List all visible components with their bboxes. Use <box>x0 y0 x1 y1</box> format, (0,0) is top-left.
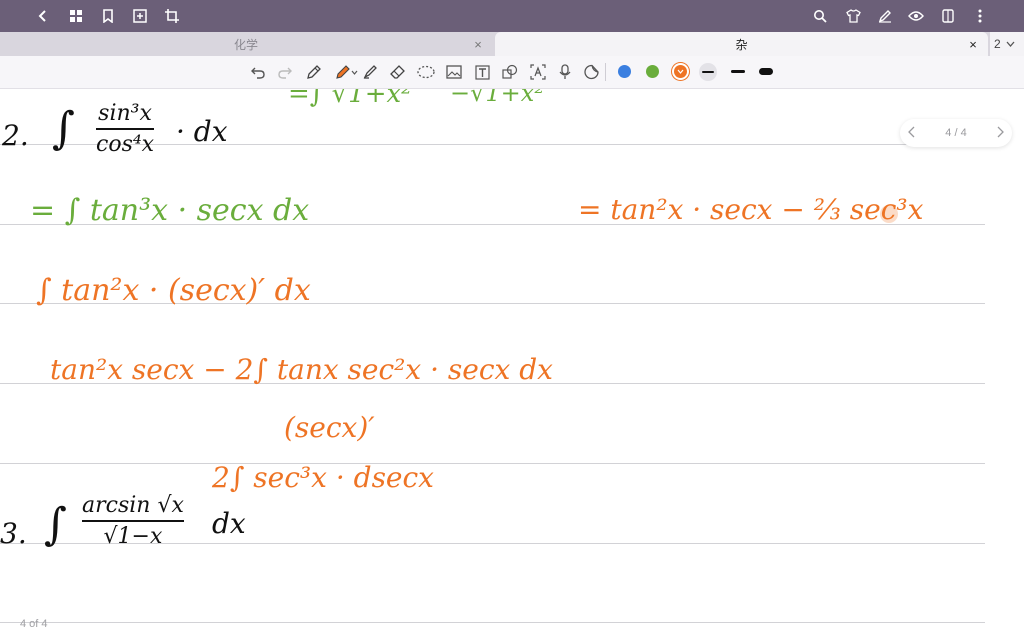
add-page-icon[interactable] <box>130 6 150 26</box>
undo-icon[interactable] <box>248 62 268 82</box>
note-page[interactable]: =∫ √1+x² −√1+x² 2. ∫ sin³x cos⁴x · dx = … <box>0 89 1024 640</box>
fraction: arcsin √x √1−x <box>82 493 184 549</box>
dx-term: dx <box>212 507 246 540</box>
integral-sign: ∫ <box>44 499 67 550</box>
page-footer: 4 of 4 <box>20 618 48 630</box>
prev-page-icon[interactable] <box>908 126 916 141</box>
color-swatch-blue[interactable] <box>618 65 631 78</box>
toolbar-divider <box>605 63 606 81</box>
handwriting-green-line: = ∫ tan³x · secx dx <box>30 193 310 228</box>
shape-icon[interactable] <box>500 62 520 82</box>
ruled-line <box>0 622 985 623</box>
grid-icon[interactable] <box>66 6 86 26</box>
handwriting-green-partial: −√1+x² <box>450 89 544 107</box>
search-icon[interactable] <box>810 6 830 26</box>
eye-icon[interactable] <box>906 6 926 26</box>
handwriting-green-partial: =∫ √1+x² <box>288 89 412 109</box>
tab-misc[interactable]: 杂 × <box>495 32 988 56</box>
crop-icon[interactable] <box>162 6 182 26</box>
handwriting-orange-line: (secx)′ <box>284 411 375 444</box>
system-bar <box>0 0 1024 32</box>
tab-label: 化学 <box>233 37 258 52</box>
color-swatch-orange-selected[interactable] <box>674 65 687 78</box>
ocr-icon[interactable] <box>528 62 548 82</box>
bookmark-icon[interactable] <box>98 6 118 26</box>
drawing-toolbar <box>0 56 1024 89</box>
tab-chemistry[interactable]: 化学 × <box>0 32 492 56</box>
tab-count-button[interactable]: 2 <box>990 32 1024 56</box>
stroke-medium[interactable] <box>731 70 745 73</box>
fraction-bar <box>82 520 184 522</box>
tab-count: 2 <box>994 37 1001 51</box>
shirt-icon[interactable] <box>843 6 863 26</box>
handwriting-orange-line: 2∫ sec³x · dsecx <box>212 461 434 494</box>
highlighter-icon[interactable] <box>334 62 360 82</box>
problem-number: 2. <box>2 119 29 152</box>
integral-sign: ∫ <box>52 103 75 154</box>
mic-icon[interactable] <box>555 62 575 82</box>
chevron-down-icon <box>1006 41 1015 47</box>
cursor-indicator <box>880 205 898 223</box>
pen-icon[interactable] <box>304 62 324 82</box>
tab-label: 杂 <box>735 37 748 52</box>
stroke-thin-selected[interactable] <box>699 63 717 81</box>
lasso-icon[interactable] <box>416 62 436 82</box>
tablet-icon[interactable] <box>938 6 958 26</box>
sticker-icon[interactable] <box>582 62 602 82</box>
denominator: cos⁴x <box>96 132 155 157</box>
handwriting-orange-line: tan²x secx − 2∫ tanx sec²x · secx dx <box>50 353 553 386</box>
next-page-icon[interactable] <box>996 126 1004 141</box>
close-icon[interactable]: × <box>965 36 981 52</box>
handwriting-orange-line: ∫ tan²x · (secx)′ dx <box>36 273 311 308</box>
stroke-thick[interactable] <box>759 68 773 75</box>
handwriting-orange-result: = tan²x · secx − ⅔ sec³x <box>578 193 924 226</box>
text-icon[interactable] <box>472 62 492 82</box>
color-swatch-green[interactable] <box>646 65 659 78</box>
tab-bar: 化学 × 杂 × 2 <box>0 32 1024 56</box>
eraser-icon[interactable] <box>388 62 408 82</box>
page-navigator: 4 / 4 <box>900 119 1012 147</box>
brush-icon[interactable] <box>360 62 380 82</box>
fraction: sin³x cos⁴x <box>96 101 155 157</box>
back-icon[interactable] <box>33 6 53 26</box>
numerator: sin³x <box>98 101 152 126</box>
redo-icon[interactable] <box>274 62 294 82</box>
pen-settings-icon[interactable] <box>875 6 895 26</box>
numerator: arcsin √x <box>82 493 184 518</box>
ruled-line <box>0 463 985 464</box>
image-icon[interactable] <box>444 62 464 82</box>
denominator: √1−x <box>103 524 163 549</box>
fraction-bar <box>96 128 155 130</box>
page-indicator: 4 / 4 <box>945 127 967 139</box>
problem-number: 3. <box>0 517 27 550</box>
close-icon[interactable]: × <box>470 36 486 52</box>
dx-term: · dx <box>176 115 228 148</box>
more-icon[interactable] <box>970 6 990 26</box>
